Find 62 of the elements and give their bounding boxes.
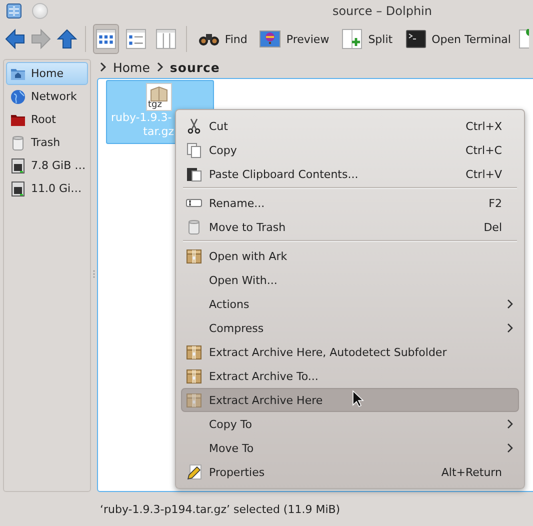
shortcut-label: F2 [488, 196, 502, 210]
file-name: ruby-1.9.3- [111, 111, 173, 125]
chevron-icon [156, 62, 164, 72]
scissors-icon [186, 118, 202, 134]
menu-item[interactable]: Extract Archive Here, Autodetect Subfolder [181, 340, 519, 364]
trash-icon [186, 219, 202, 235]
menu-item[interactable]: Compress [181, 316, 519, 340]
menu-item[interactable]: Extract Archive Here [181, 388, 519, 412]
shortcut-label: Alt+Return [441, 466, 502, 478]
drive-icon [10, 158, 26, 174]
places-item[interactable]: Trash [6, 131, 88, 154]
toolbar-button[interactable]: Find [194, 25, 252, 53]
balloon-picture-icon [259, 29, 282, 49]
box-icon [186, 392, 202, 408]
pencil-icon [186, 464, 202, 480]
globe-icon [10, 88, 26, 104]
box-icon [186, 344, 202, 360]
menu-item[interactable]: Paste Clipboard Contents... Ctrl+V [181, 162, 519, 186]
split-view-icon [341, 29, 364, 49]
menu-item[interactable]: Move to Trash Del [181, 215, 519, 239]
mouse-pointer-icon [352, 390, 364, 408]
window-title: source – Dolphin [332, 4, 432, 18]
shortcut-label: Ctrl+C [466, 144, 502, 156]
view-mode-button[interactable] [92, 24, 119, 54]
menu-item[interactable]: Properties Alt+Return [181, 460, 519, 484]
menu-item[interactable]: Actions [181, 292, 519, 316]
shortcut-label: Del [484, 220, 502, 234]
toolbar-icon[interactable] [518, 29, 529, 49]
places-item[interactable]: 7.8 GiB … [6, 154, 88, 177]
copy-icon [186, 142, 202, 158]
menu-item[interactable]: Extract Archive To... [181, 364, 519, 388]
file-type-label: tgz [148, 100, 162, 110]
toolbar-button[interactable]: Split [337, 25, 397, 53]
up-arrow-icon[interactable] [56, 28, 78, 50]
status-text: ‘ruby-1.9.3-p194.tar.gz’ selected (11.9 MiB) [100, 502, 340, 516]
breadcrumb-item[interactable]: Home [113, 60, 150, 74]
places-item[interactable]: Network [6, 85, 88, 108]
menu-item[interactable]: Open With... [181, 268, 519, 292]
shortcut-label: Ctrl+X [466, 120, 502, 132]
menu-item[interactable]: Rename... F2 [181, 191, 519, 215]
paste-icon [186, 166, 202, 182]
toolbar-button[interactable]: Open Terminal [400, 25, 515, 53]
chevron-icon [99, 62, 107, 72]
drive-icon [10, 180, 26, 196]
archive-icon [150, 86, 168, 102]
terminal-icon [404, 29, 427, 49]
shortcut-label: Ctrl+V [466, 168, 502, 180]
menu-item[interactable]: Copy To [181, 412, 519, 436]
breadcrumb-item[interactable]: source [170, 60, 220, 74]
menu-item[interactable]: Open with Ark [181, 244, 519, 268]
file-name: tar.gz [143, 125, 174, 139]
back-arrow-icon[interactable] [4, 28, 26, 50]
app-icon [6, 3, 22, 19]
places-item[interactable]: Home [6, 62, 88, 85]
toolbar-button[interactable]: Preview [255, 25, 334, 53]
menu-item[interactable]: Move To [181, 436, 519, 460]
box-icon [186, 248, 202, 264]
trash-icon [10, 134, 26, 150]
splitter-handle[interactable] [93, 270, 95, 278]
places-item[interactable]: Root [6, 108, 88, 131]
places-item[interactable]: 11.0 Gi… [6, 177, 88, 200]
box-icon [186, 368, 202, 384]
